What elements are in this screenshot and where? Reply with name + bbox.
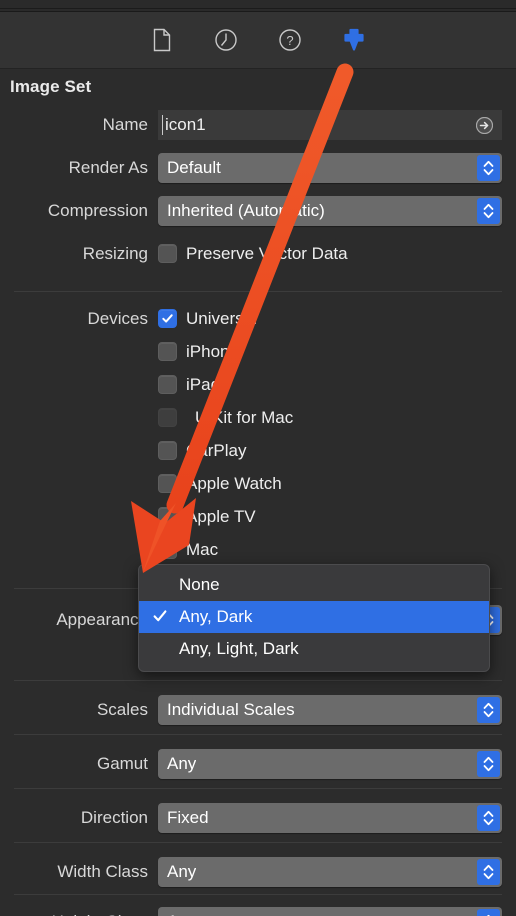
- device-checkbox-universal[interactable]: [158, 309, 177, 328]
- height-class-value: Any: [158, 912, 196, 916]
- width-class-select[interactable]: Any: [158, 856, 502, 887]
- arrow-right-circle-icon[interactable]: [475, 116, 494, 134]
- divider-scales: [14, 680, 502, 681]
- gamut-value: Any: [167, 753, 197, 773]
- menu-item-none-label: None: [179, 575, 220, 594]
- label-gamut: Gamut: [96, 753, 148, 773]
- label-appearance: Appearance: [56, 609, 148, 629]
- device-label-ipad: iPad: [186, 374, 221, 394]
- device-checkbox-apple-tv[interactable]: [158, 507, 177, 526]
- name-input-value: icon1: [165, 114, 206, 134]
- chevron-updown-icon: [477, 908, 500, 916]
- row-name: Name icon1: [0, 103, 516, 146]
- render-as-value: Default: [167, 157, 221, 177]
- form-rows: Name icon1 Render As Default Compression…: [0, 103, 516, 275]
- render-as-select[interactable]: Default: [158, 152, 502, 183]
- devices-row-6: Apple TV: [0, 500, 516, 533]
- devices-row-5: Apple Watch: [0, 467, 516, 500]
- row-resizing: Resizing Preserve Vector Data: [0, 232, 516, 275]
- inspector-panel: ? Image Set Name icon1 Render As Default…: [0, 0, 516, 916]
- divider-height-class: [14, 894, 502, 895]
- devices-row-3: UIKit for Mac: [0, 401, 516, 434]
- divider-devices: [14, 291, 502, 292]
- chevron-updown-icon: [477, 154, 500, 181]
- menu-item-any-dark[interactable]: Any, Dark: [139, 601, 489, 633]
- help-inspector-icon[interactable]: ?: [275, 24, 305, 56]
- chevron-updown-icon: [477, 804, 500, 831]
- device-checkbox-ipad[interactable]: [158, 375, 177, 394]
- chevron-updown-icon: [477, 197, 500, 224]
- row-render-as: Render As Default: [0, 146, 516, 189]
- device-label-uikit-for-mac: UIKit for Mac: [195, 407, 294, 427]
- svg-text:?: ?: [286, 33, 293, 48]
- device-label-carplay: CarPlay: [186, 440, 247, 460]
- divider-width-class: [14, 842, 502, 843]
- device-label-universal: Universal: [186, 308, 257, 328]
- menu-item-any-light-dark[interactable]: Any, Light, Dark: [139, 633, 489, 665]
- label-width-class: Width Class: [57, 861, 148, 881]
- device-checkbox-carplay[interactable]: [158, 441, 177, 460]
- device-checkbox-iphone[interactable]: [158, 342, 177, 361]
- width-class-value: Any: [167, 861, 197, 881]
- section-header: Image Set: [0, 70, 516, 103]
- attributes-inspector-icon[interactable]: [339, 24, 369, 56]
- compression-value: Inherited (Automatic): [167, 200, 325, 220]
- label-height-class: Height Class: [0, 912, 158, 916]
- chevron-updown-icon: [477, 696, 500, 723]
- history-inspector-icon[interactable]: [211, 24, 241, 56]
- label-render-as: Render As: [68, 157, 148, 177]
- devices-row-1: iPhone: [0, 335, 516, 368]
- device-checkbox-apple-watch[interactable]: [158, 474, 177, 493]
- page-title: Image Set: [10, 77, 92, 96]
- device-checkbox-mac[interactable]: [158, 540, 177, 559]
- devices-group: Devices Universal iPhone iPad UIKit for …: [0, 302, 516, 566]
- row-compression: Compression Inherited (Automatic): [0, 189, 516, 232]
- label-direction: Direction: [80, 807, 148, 827]
- label-compression: Compression: [47, 200, 148, 220]
- direction-select[interactable]: Fixed: [158, 802, 502, 833]
- device-label-iphone: iPhone: [186, 341, 239, 361]
- label-name: Name: [102, 114, 148, 134]
- label-scales: Scales: [96, 699, 148, 719]
- device-label-apple-tv: Apple TV: [186, 506, 256, 526]
- divider-gamut: [14, 734, 502, 735]
- row-gamut: Gamut Any: [0, 742, 516, 785]
- top-divider-1: [0, 8, 516, 9]
- row-height-class: Height Class Any: [0, 900, 516, 916]
- gamut-select[interactable]: Any: [158, 748, 502, 779]
- preserve-vector-data-checkbox[interactable]: [158, 244, 177, 263]
- file-inspector-icon[interactable]: [147, 24, 177, 56]
- inspector-toolbar: ?: [0, 12, 516, 69]
- chevron-updown-icon: [477, 858, 500, 885]
- scales-select[interactable]: Individual Scales: [158, 694, 502, 725]
- devices-row-4: CarPlay: [0, 434, 516, 467]
- devices-row-0: Devices Universal: [0, 302, 516, 335]
- row-scales: Scales Individual Scales: [0, 688, 516, 731]
- compression-select[interactable]: Inherited (Automatic): [158, 195, 502, 226]
- direction-value: Fixed: [167, 807, 209, 827]
- row-width-class: Width Class Any: [0, 850, 516, 893]
- divider-direction: [14, 788, 502, 789]
- height-class-select[interactable]: Any: [158, 906, 502, 916]
- device-label-apple-watch: Apple Watch: [186, 473, 282, 493]
- row-direction: Direction Fixed: [0, 796, 516, 839]
- label-resizing: Resizing: [82, 243, 148, 263]
- window-top-edge: [0, 0, 516, 12]
- preserve-vector-data-label: Preserve Vector Data: [186, 243, 348, 263]
- device-checkbox-uikit-for-mac[interactable]: [158, 408, 177, 427]
- chevron-updown-icon: [477, 750, 500, 777]
- appearance-dropdown-menu: None Any, Dark Any, Light, Dark: [138, 564, 490, 672]
- menu-item-none[interactable]: None: [139, 569, 489, 601]
- scales-value: Individual Scales: [167, 699, 295, 719]
- checkmark-icon: [153, 608, 167, 624]
- device-label-mac: Mac: [186, 539, 219, 559]
- menu-item-any-dark-label: Any, Dark: [179, 607, 253, 626]
- text-caret: [162, 114, 163, 135]
- devices-row-7: Mac: [0, 533, 516, 566]
- name-input[interactable]: icon1: [158, 109, 502, 140]
- label-devices: Devices: [87, 308, 148, 328]
- menu-item-any-light-dark-label: Any, Light, Dark: [179, 639, 299, 658]
- devices-row-2: iPad: [0, 368, 516, 401]
